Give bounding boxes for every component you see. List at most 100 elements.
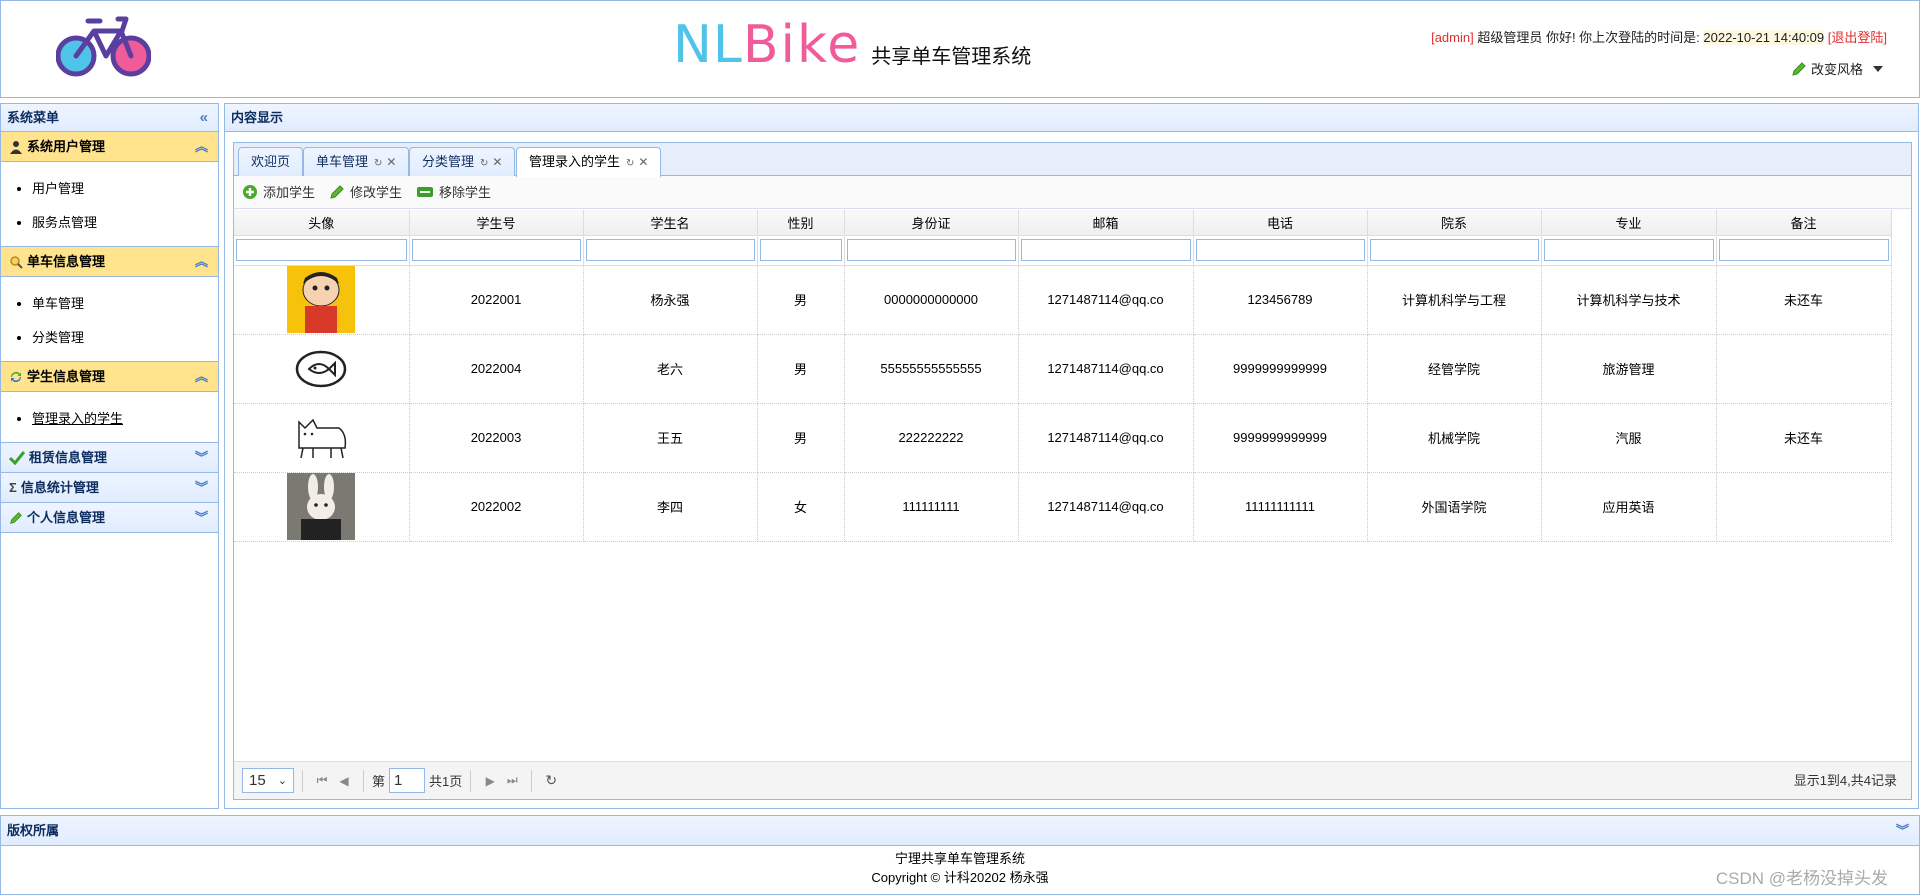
add-icon bbox=[243, 185, 257, 199]
next-page-icon[interactable]: ▶ bbox=[479, 774, 501, 788]
page-number-input[interactable]: 1 bbox=[389, 768, 426, 793]
filter-input[interactable] bbox=[1020, 239, 1191, 261]
sidebar-group-rental-info[interactable]: 租赁信息管理 ︾ bbox=[1, 443, 218, 473]
column-header[interactable]: 身份证 bbox=[844, 210, 1019, 236]
table-row[interactable]: 2022003 王五 男 222222222 1271487114@qq.co … bbox=[234, 403, 1892, 473]
sidebar-group-system-users[interactable]: 系统用户管理 ︽ bbox=[1, 132, 218, 162]
sidebar-group-personal-info[interactable]: 个人信息管理 ︾ bbox=[1, 503, 218, 533]
sidebar-group-body: 用户管理 服务点管理 bbox=[1, 162, 218, 247]
column-header[interactable]: 邮箱 bbox=[1018, 210, 1194, 236]
table-row[interactable]: 2022004 老六 男 55555555555555 1271487114@q… bbox=[234, 334, 1892, 404]
pencil-icon bbox=[330, 185, 344, 199]
tab-managed-students[interactable]: 管理录入的学生 ↻ ✕ bbox=[516, 147, 662, 177]
sidebar-item-user-management[interactable]: 用户管理 bbox=[32, 172, 218, 206]
filter-input[interactable] bbox=[585, 239, 755, 261]
table-row[interactable]: 2022001 杨永强 男 0000000000000 1271487114@q… bbox=[234, 265, 1892, 335]
sidebar-group-label: 系统用户管理 bbox=[27, 138, 106, 154]
first-page-icon[interactable]: ⏮ bbox=[311, 773, 333, 788]
column-header[interactable]: 院系 bbox=[1367, 210, 1542, 236]
student-id-cell: 2022003 bbox=[409, 403, 584, 473]
note-cell bbox=[1716, 334, 1892, 404]
footer-panel: 版权所属 ︾ 宁理共享单车管理系统 Copyright © 计科20202 杨永… bbox=[0, 815, 1920, 895]
last-page-icon[interactable]: ⏭ bbox=[501, 773, 523, 788]
tab-category-management[interactable]: 分类管理 ↻ ✕ bbox=[409, 147, 516, 176]
sidebar-item-label: 管理录入的学生 bbox=[32, 411, 124, 426]
sidebar-group-label: 信息统计管理 bbox=[20, 479, 99, 495]
sidebar-group-bike-info[interactable]: 单车信息管理 ︽ bbox=[1, 247, 218, 277]
cat-doodle-avatar bbox=[287, 404, 355, 471]
edit-student-button[interactable]: 修改学生 bbox=[329, 176, 402, 209]
tab-label: 欢迎页 bbox=[251, 154, 291, 169]
sidebar-group-student-info[interactable]: 学生信息管理 ︽ bbox=[1, 362, 218, 392]
filter-input[interactable] bbox=[846, 239, 1016, 261]
bicycle-logo-icon bbox=[56, 16, 151, 77]
filter-input[interactable] bbox=[759, 239, 842, 261]
idcard-cell: 222222222 bbox=[844, 403, 1019, 473]
sidebar-item-category-management[interactable]: 分类管理 bbox=[32, 321, 218, 355]
close-icon[interactable]: ✕ bbox=[638, 155, 648, 169]
tab-label: 管理录入的学生 bbox=[529, 154, 621, 169]
gender-cell: 男 bbox=[757, 403, 845, 473]
filter-cell bbox=[583, 235, 758, 266]
table-header-row: 头像 学生号 学生名 性别 身份证 邮箱 电话 院系 专业 备注 bbox=[234, 210, 1892, 236]
add-student-button[interactable]: 添加学生 bbox=[242, 176, 315, 209]
reload-icon[interactable]: ↻ bbox=[540, 772, 562, 789]
sidebar-item-managed-students[interactable]: 管理录入的学生 bbox=[32, 402, 218, 436]
sidebar-item-service-points[interactable]: 服务点管理 bbox=[32, 206, 218, 240]
tabs-container: 欢迎页 单车管理 ↻ ✕ 分类管理 ↻ ✕ 管理录入的学生 ↻ ✕ 添加学生 修改学生 移除… bbox=[233, 142, 1912, 800]
chevron-down-icon: ︾ bbox=[194, 480, 208, 495]
close-icon[interactable]: ✕ bbox=[386, 155, 396, 169]
student-name-cell: 李四 bbox=[583, 472, 758, 542]
tab-welcome[interactable]: 欢迎页 bbox=[238, 147, 304, 176]
major-cell: 旅游管理 bbox=[1541, 334, 1717, 404]
chevron-down-icon: ︾ bbox=[194, 450, 208, 465]
add-student-label: 添加学生 bbox=[263, 184, 316, 200]
filter-input[interactable] bbox=[236, 239, 407, 261]
remove-student-button[interactable]: 移除学生 bbox=[416, 176, 491, 209]
chevron-down-icon[interactable]: ︾ bbox=[1896, 816, 1909, 846]
pencil-icon bbox=[10, 511, 22, 524]
student-name-cell: 杨永强 bbox=[583, 265, 758, 335]
filter-input[interactable] bbox=[1543, 239, 1714, 261]
close-icon[interactable]: ✕ bbox=[492, 155, 502, 169]
filter-input[interactable] bbox=[1195, 239, 1365, 261]
sidebar-group-statistics[interactable]: Σ 信息统计管理 ︾ bbox=[1, 473, 218, 503]
column-header[interactable]: 学生名 bbox=[583, 210, 758, 236]
fish-doodle-avatar bbox=[287, 335, 355, 402]
change-style-button[interactable]: 改变风格 bbox=[1791, 59, 1883, 78]
filter-cell bbox=[234, 235, 410, 266]
column-header[interactable]: 性别 bbox=[757, 210, 845, 236]
collapse-left-icon[interactable]: « bbox=[200, 104, 208, 132]
student-name-cell: 王五 bbox=[583, 403, 758, 473]
idcard-cell: 111111111 bbox=[844, 472, 1019, 542]
greeting-text: 超级管理员 你好! 你上次登陆的时间是: bbox=[1477, 30, 1700, 45]
gender-cell: 男 bbox=[757, 265, 845, 335]
table-row[interactable]: 2022002 李四 女 111111111 1271487114@qq.co … bbox=[234, 472, 1892, 542]
filter-input[interactable] bbox=[1718, 239, 1889, 261]
student-id-cell: 2022002 bbox=[409, 472, 584, 542]
prev-page-icon[interactable]: ◀ bbox=[333, 774, 355, 788]
column-header[interactable]: 备注 bbox=[1716, 210, 1892, 236]
sidebar-item-label: 单车管理 bbox=[32, 296, 85, 311]
sidebar-item-bike-management[interactable]: 单车管理 bbox=[32, 287, 218, 321]
page-size-select[interactable]: 15 ⌄ bbox=[242, 768, 294, 793]
phone-cell: 123456789 bbox=[1193, 265, 1368, 335]
logout-link[interactable]: [退出登陆] bbox=[1828, 30, 1887, 45]
brand-bike: Bike bbox=[742, 15, 862, 75]
chevron-down-icon bbox=[1873, 65, 1883, 72]
column-header[interactable]: 头像 bbox=[234, 210, 410, 236]
refresh-icon[interactable]: ↻ bbox=[374, 158, 382, 169]
filter-cell bbox=[757, 235, 845, 266]
tab-bike-management[interactable]: 单车管理 ↻ ✕ bbox=[303, 147, 410, 176]
column-header[interactable]: 学生号 bbox=[409, 210, 584, 236]
filter-input[interactable] bbox=[1369, 239, 1539, 261]
page-total: 共1页 bbox=[429, 774, 463, 789]
separator bbox=[302, 769, 303, 792]
filter-input[interactable] bbox=[411, 239, 581, 261]
column-header[interactable]: 电话 bbox=[1193, 210, 1368, 236]
footer-title-text: 版权所属 bbox=[7, 823, 60, 838]
refresh-icon[interactable]: ↻ bbox=[480, 158, 488, 169]
refresh-icon[interactable]: ↻ bbox=[626, 158, 634, 169]
brand-subtitle: 共享单车管理系统 bbox=[871, 44, 1032, 68]
column-header[interactable]: 专业 bbox=[1541, 210, 1717, 236]
